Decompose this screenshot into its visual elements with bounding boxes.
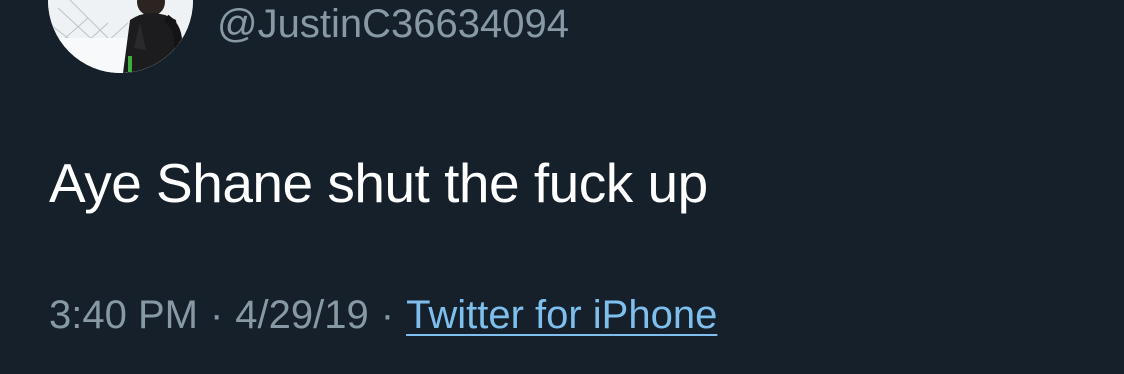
tweet-time[interactable]: 3:40 PM	[49, 293, 198, 337]
tweet-metadata: 3:40 PM · 4/29/19 · Twitter for iPhone	[49, 292, 717, 338]
profile-avatar[interactable]	[48, 0, 193, 73]
tweet-text: Aye Shane shut the fuck up	[49, 152, 708, 214]
tweet-source-link[interactable]: Twitter for iPhone	[406, 293, 717, 337]
separator-dot: ·	[380, 293, 395, 337]
tweet-date[interactable]: 4/29/19	[235, 293, 368, 337]
avatar-photo	[48, 0, 193, 73]
separator-dot: ·	[209, 293, 224, 337]
user-handle[interactable]: @JustinC36634094	[217, 2, 569, 46]
